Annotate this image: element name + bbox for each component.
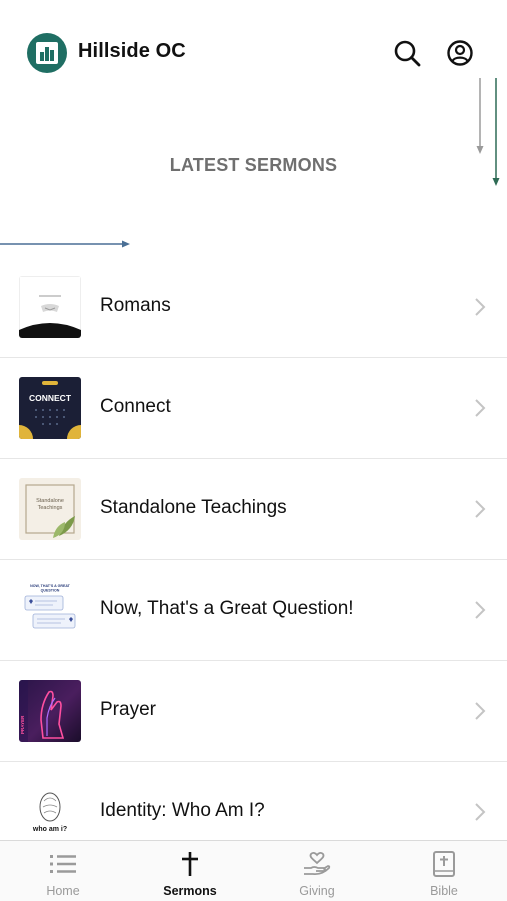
list-item-prayer[interactable]: PRAYER Prayer: [0, 661, 507, 762]
list-item-label: Standalone Teachings: [100, 497, 287, 518]
list-item-standalone-teachings[interactable]: Standalone Teachings Standalone Teaching…: [0, 459, 507, 560]
great-question-thumbnail: NOW, THAT'S A GREAT QUESTION: [19, 579, 81, 641]
heart-hand-icon: [304, 852, 331, 876]
tab-label: Sermons: [163, 884, 217, 898]
prayer-thumbnail: PRAYER: [19, 680, 81, 742]
thumb-text: who am i?: [32, 826, 67, 833]
tab-label: Home: [46, 884, 80, 898]
svg-text:NOW, THAT'S A GREAT: NOW, THAT'S A GREAT: [30, 584, 71, 588]
bible-icon: [433, 851, 455, 877]
list-item-label: Connect: [100, 396, 171, 417]
bottom-tab-bar: Home Sermons Giving Bible: [0, 840, 507, 901]
list-item-label: Now, That's a Great Question!: [100, 598, 354, 619]
decorative-arrow-right-blue: [0, 240, 130, 248]
tab-label: Giving: [299, 884, 335, 898]
search-icon[interactable]: [392, 38, 422, 68]
profile-icon[interactable]: [445, 38, 475, 68]
list-item-label: Romans: [100, 295, 171, 316]
tab-sermons[interactable]: Sermons: [127, 841, 253, 901]
chevron-right-icon: [475, 298, 486, 316]
chevron-right-icon: [475, 399, 486, 417]
chevron-right-icon: [475, 702, 486, 720]
tab-home[interactable]: Home: [0, 841, 126, 901]
chevron-right-icon: [475, 500, 486, 518]
tab-bible[interactable]: Bible: [381, 841, 507, 901]
svg-text:Standalone: Standalone: [36, 498, 64, 504]
svg-text:QUESTION: QUESTION: [41, 589, 60, 593]
app-title: Hillside OC: [78, 40, 186, 62]
thumb-text: CONNECT: [29, 393, 72, 403]
app-screen: Hillside OC LATEST SERMONS Romans CONNEC…: [0, 0, 507, 901]
list-item-label: Prayer: [100, 699, 156, 720]
list-item-connect[interactable]: CONNECT Connect: [0, 358, 507, 459]
tab-giving[interactable]: Giving: [254, 841, 380, 901]
section-title: LATEST SERMONS: [169, 155, 338, 175]
top-header: Hillside OC: [0, 24, 507, 80]
decorative-arrow-down-gray: [476, 78, 484, 154]
cross-icon: [182, 852, 198, 876]
standalone-teachings-thumbnail: Standalone Teachings: [19, 478, 81, 540]
list-icon: [50, 855, 76, 873]
sermon-series-list: Romans CONNECT Connect Standalone Teachi…: [0, 257, 507, 863]
connect-thumbnail: CONNECT: [19, 377, 81, 439]
list-item-romans[interactable]: Romans: [0, 257, 507, 358]
svg-text:Teachings: Teachings: [38, 505, 63, 511]
list-item-great-question[interactable]: NOW, THAT'S A GREAT QUESTION Now, That's…: [0, 560, 507, 661]
list-item-label: Identity: Who Am I?: [100, 800, 265, 821]
chevron-right-icon: [475, 803, 486, 821]
tab-label: Bible: [430, 884, 458, 898]
thumb-text: PRAYER: [20, 715, 25, 734]
romans-thumbnail: [19, 276, 81, 338]
chevron-right-icon: [475, 601, 486, 619]
church-logo[interactable]: [27, 33, 67, 73]
identity-thumbnail: who am i?: [19, 781, 81, 843]
